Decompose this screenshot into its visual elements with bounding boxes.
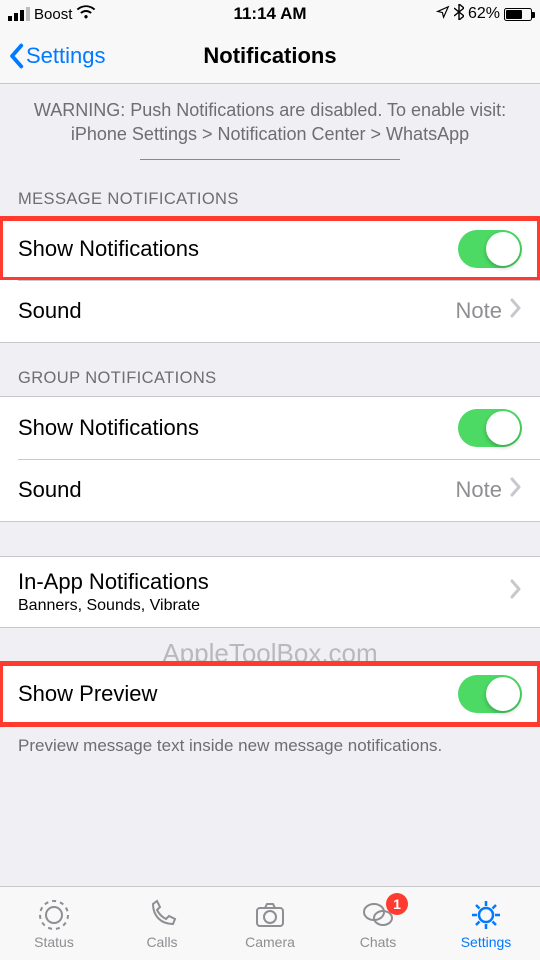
sound-label-group: Sound — [18, 477, 82, 503]
chevron-right-icon — [510, 477, 522, 503]
in-app-detail: Banners, Sounds, Vibrate — [18, 597, 209, 615]
chevron-right-icon — [510, 579, 522, 604]
status-icon — [37, 898, 71, 932]
tab-calls-label: Calls — [146, 934, 177, 950]
sound-value-group: Note — [456, 477, 502, 503]
section-header-group: GROUP NOTIFICATIONS — [0, 343, 540, 396]
show-preview-footer: Preview message text inside new message … — [0, 726, 540, 768]
tab-bar: Status Calls Camera 1 Chats Settings — [0, 886, 540, 960]
message-notifications-group: Show Notifications Sound Note — [0, 217, 540, 343]
status-bar: Boost 11:14 AM 62% — [0, 0, 540, 28]
in-app-group: In-App Notifications Banners, Sounds, Vi… — [0, 556, 540, 628]
tab-status[interactable]: Status — [0, 887, 108, 960]
page-title: Notifications — [0, 43, 540, 69]
show-notifications-label: Show Notifications — [18, 236, 199, 262]
tab-status-label: Status — [34, 934, 74, 950]
gear-icon — [469, 898, 503, 932]
nav-bar: Settings Notifications — [0, 28, 540, 84]
show-notifications-label-group: Show Notifications — [18, 415, 199, 441]
tab-chats-label: Chats — [360, 934, 397, 950]
sound-row-group[interactable]: Sound Note — [0, 459, 540, 521]
tab-settings[interactable]: Settings — [432, 887, 540, 960]
show-notifications-toggle-message[interactable] — [458, 230, 522, 268]
tab-settings-label: Settings — [461, 934, 512, 950]
tab-camera[interactable]: Camera — [216, 887, 324, 960]
chats-badge: 1 — [386, 893, 408, 915]
tab-camera-label: Camera — [245, 934, 295, 950]
sound-row-message[interactable]: Sound Note — [0, 280, 540, 342]
warning-line2: iPhone Settings > Notification Center > … — [20, 122, 520, 146]
sound-value: Note — [456, 298, 502, 324]
tab-chats[interactable]: 1 Chats — [324, 887, 432, 960]
warning-line1: WARNING: Push Notifications are disabled… — [20, 98, 520, 122]
show-preview-row[interactable]: Show Preview — [0, 663, 540, 725]
phone-icon — [145, 898, 179, 932]
tab-calls[interactable]: Calls — [108, 887, 216, 960]
warning-banner: WARNING: Push Notifications are disabled… — [0, 84, 540, 164]
sound-label: Sound — [18, 298, 82, 324]
section-header-message: MESSAGE NOTIFICATIONS — [0, 164, 540, 217]
show-preview-group: Show Preview — [0, 662, 540, 726]
in-app-notifications-row[interactable]: In-App Notifications Banners, Sounds, Vi… — [0, 557, 540, 627]
battery-icon — [504, 8, 532, 21]
show-preview-label: Show Preview — [18, 681, 157, 707]
group-notifications-group: Show Notifications Sound Note — [0, 396, 540, 522]
chevron-right-icon — [510, 298, 522, 324]
camera-icon — [253, 898, 287, 932]
show-notifications-row-message[interactable]: Show Notifications — [0, 218, 540, 280]
show-notifications-toggle-group[interactable] — [458, 409, 522, 447]
show-preview-toggle[interactable] — [458, 675, 522, 713]
in-app-label: In-App Notifications — [18, 569, 209, 595]
show-notifications-row-group[interactable]: Show Notifications — [0, 397, 540, 459]
status-time: 11:14 AM — [0, 4, 540, 24]
